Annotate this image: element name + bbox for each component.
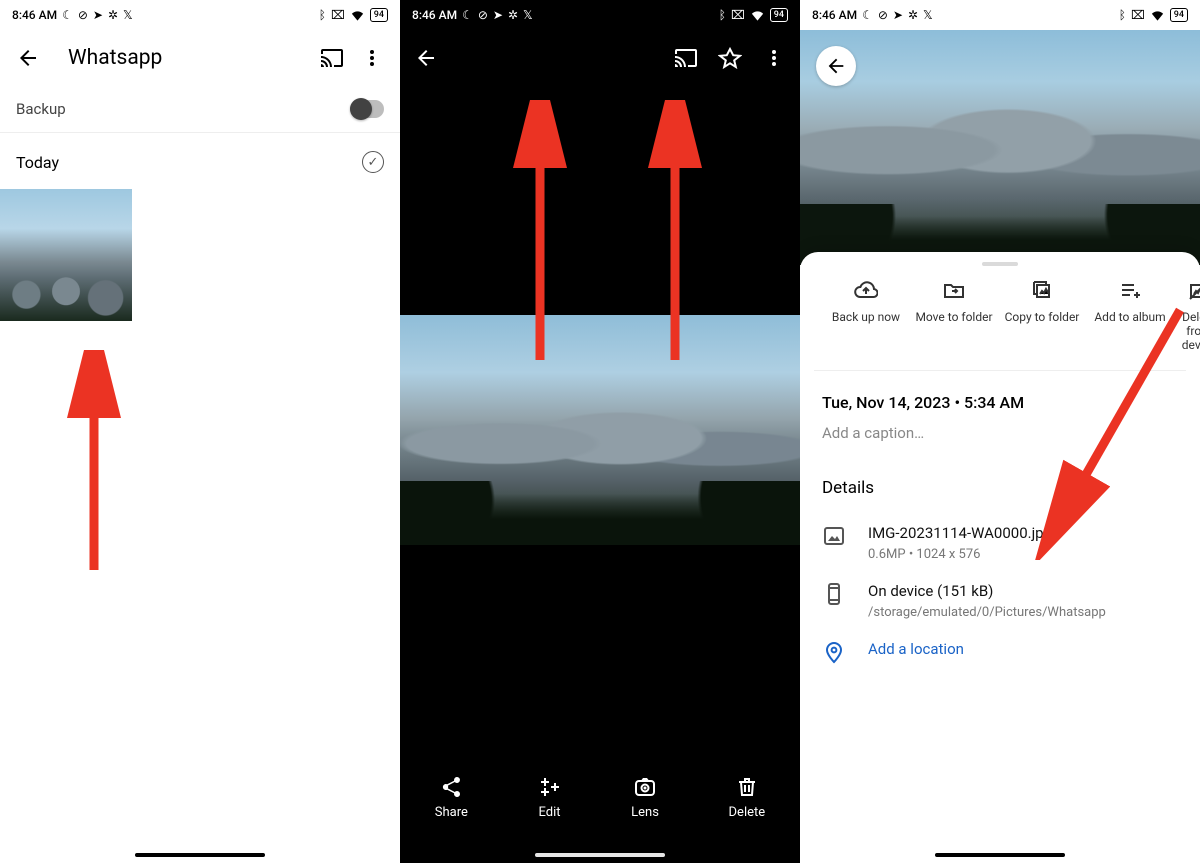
- photo-thumbnail[interactable]: [0, 189, 132, 321]
- photo-datetime: Tue, Nov 14, 2023 • 5:34 AM: [822, 393, 1178, 412]
- nosim-icon: ⌧: [331, 8, 345, 22]
- status-bar: 8:46 AM ☾ ⊘ ➤ ✲ 𝕏 ᛒ ⌧ 94: [400, 0, 800, 30]
- panel-photo-details: 8:46 AM ☾ ⊘ ➤ ✲ 𝕏 ᛒ ⌧ 94 Back up now: [800, 0, 1200, 863]
- x-icon: 𝕏: [523, 8, 533, 22]
- delete-device-label: Delete from device: [1174, 310, 1200, 352]
- nosim-icon: ⌧: [1131, 8, 1145, 22]
- backup-now-label: Back up now: [832, 310, 900, 324]
- wifi-icon: [350, 9, 365, 21]
- nosim-icon: ⌧: [731, 8, 745, 22]
- fan-icon: ✲: [908, 8, 918, 22]
- moon-icon: ☾: [62, 8, 73, 22]
- album-header: Whatsapp: [0, 30, 400, 86]
- details-heading: Details: [822, 478, 1178, 498]
- x-icon: 𝕏: [123, 8, 133, 22]
- home-indicator: [535, 853, 665, 857]
- album-title: Whatsapp: [68, 46, 312, 70]
- dnd-icon: ⊘: [78, 8, 88, 22]
- moon-icon: ☾: [862, 8, 873, 22]
- storage-detail-row: On device (151 kB) /storage/emulated/0/P…: [800, 572, 1200, 630]
- wifi-icon: [1150, 9, 1165, 21]
- delete-device-button[interactable]: Delete from device: [1174, 278, 1200, 352]
- battery-icon: 94: [370, 8, 388, 22]
- photo-preview[interactable]: [800, 30, 1200, 265]
- share-label: Share: [435, 805, 468, 820]
- caption-input[interactable]: Add a caption…: [822, 424, 1178, 442]
- cast-icon[interactable]: [666, 38, 706, 78]
- bluetooth-icon: ᛒ: [719, 8, 726, 22]
- viewer-bottom-bar: Share Edit Lens Delete: [400, 757, 800, 837]
- battery-icon: 94: [1170, 8, 1188, 22]
- lens-button[interactable]: Lens: [631, 775, 659, 820]
- home-indicator: [935, 853, 1065, 857]
- panel-album-view: 8:46 AM ☾ ⊘ ➤ ✲ 𝕏 ᛒ ⌧ 94 Whatsapp Backup: [0, 0, 400, 863]
- cast-icon[interactable]: [312, 38, 352, 78]
- telegram-icon: ➤: [893, 8, 903, 22]
- dnd-icon: ⊘: [878, 8, 888, 22]
- status-time: 8:46 AM: [412, 8, 457, 22]
- share-button[interactable]: Share: [435, 775, 468, 820]
- copy-folder-label: Copy to folder: [1005, 310, 1080, 324]
- details-sheet: Back up now Move to folder Copy to folde…: [800, 252, 1200, 863]
- today-header: Today: [0, 133, 400, 185]
- backup-label: Backup: [16, 100, 66, 118]
- battery-icon: 94: [770, 8, 788, 22]
- lens-label: Lens: [631, 805, 659, 820]
- annotation-arrow: [54, 350, 134, 580]
- storage-line2: /storage/emulated/0/Pictures/Whatsapp: [868, 605, 1106, 620]
- move-folder-label: Move to folder: [915, 310, 992, 324]
- copy-folder-button[interactable]: Copy to folder: [998, 278, 1086, 352]
- status-time: 8:46 AM: [812, 8, 857, 22]
- back-button[interactable]: [816, 46, 856, 86]
- favorite-icon[interactable]: [710, 38, 750, 78]
- file-meta: 0.6MP • 1024 x 576: [868, 547, 1052, 562]
- bluetooth-icon: ᛒ: [319, 8, 326, 22]
- fan-icon: ✲: [108, 8, 118, 22]
- photo-full[interactable]: [400, 315, 800, 545]
- add-album-label: Add to album: [1094, 310, 1165, 324]
- delete-label: Delete: [729, 805, 766, 820]
- location-row[interactable]: Add a location: [800, 630, 1200, 674]
- wifi-icon: [750, 9, 765, 21]
- today-label: Today: [16, 153, 59, 172]
- x-icon: 𝕏: [923, 8, 933, 22]
- telegram-icon: ➤: [93, 8, 103, 22]
- sheet-grip[interactable]: [982, 262, 1018, 266]
- edit-label: Edit: [539, 805, 561, 820]
- move-folder-button[interactable]: Move to folder: [910, 278, 998, 352]
- status-bar: 8:46 AM ☾ ⊘ ➤ ✲ 𝕏 ᛒ ⌧ 94: [0, 0, 400, 30]
- storage-line1: On device (151 kB): [868, 582, 1106, 600]
- more-icon[interactable]: [754, 38, 794, 78]
- viewer-header: [400, 30, 800, 86]
- moon-icon: ☾: [462, 8, 473, 22]
- bluetooth-icon: ᛒ: [1119, 8, 1126, 22]
- action-row: Back up now Move to folder Copy to folde…: [814, 272, 1186, 371]
- home-indicator: [135, 853, 265, 857]
- delete-button[interactable]: Delete: [729, 775, 766, 820]
- panel-photo-viewer: 8:46 AM ☾ ⊘ ➤ ✲ 𝕏 ᛒ ⌧ 94: [400, 0, 800, 863]
- status-bar: 8:46 AM ☾ ⊘ ➤ ✲ 𝕏 ᛒ ⌧ 94: [800, 0, 1200, 30]
- add-album-button[interactable]: Add to album: [1086, 278, 1174, 352]
- status-time: 8:46 AM: [12, 8, 57, 22]
- dnd-icon: ⊘: [478, 8, 488, 22]
- telegram-icon: ➤: [493, 8, 503, 22]
- select-all-icon[interactable]: [362, 151, 384, 173]
- file-name: IMG-20231114-WA0000.jpg: [868, 524, 1052, 542]
- more-icon[interactable]: [352, 38, 392, 78]
- meta-block: Tue, Nov 14, 2023 • 5:34 AM Add a captio…: [800, 371, 1200, 446]
- backup-now-button[interactable]: Back up now: [822, 278, 910, 352]
- file-detail-row: IMG-20231114-WA0000.jpg 0.6MP • 1024 x 5…: [800, 514, 1200, 572]
- edit-button[interactable]: Edit: [538, 775, 562, 820]
- back-icon[interactable]: [8, 38, 48, 78]
- backup-toggle[interactable]: [350, 100, 384, 118]
- backup-row: Backup: [0, 86, 400, 133]
- fan-icon: ✲: [508, 8, 518, 22]
- add-location-label: Add a location: [868, 640, 964, 658]
- back-icon[interactable]: [406, 38, 446, 78]
